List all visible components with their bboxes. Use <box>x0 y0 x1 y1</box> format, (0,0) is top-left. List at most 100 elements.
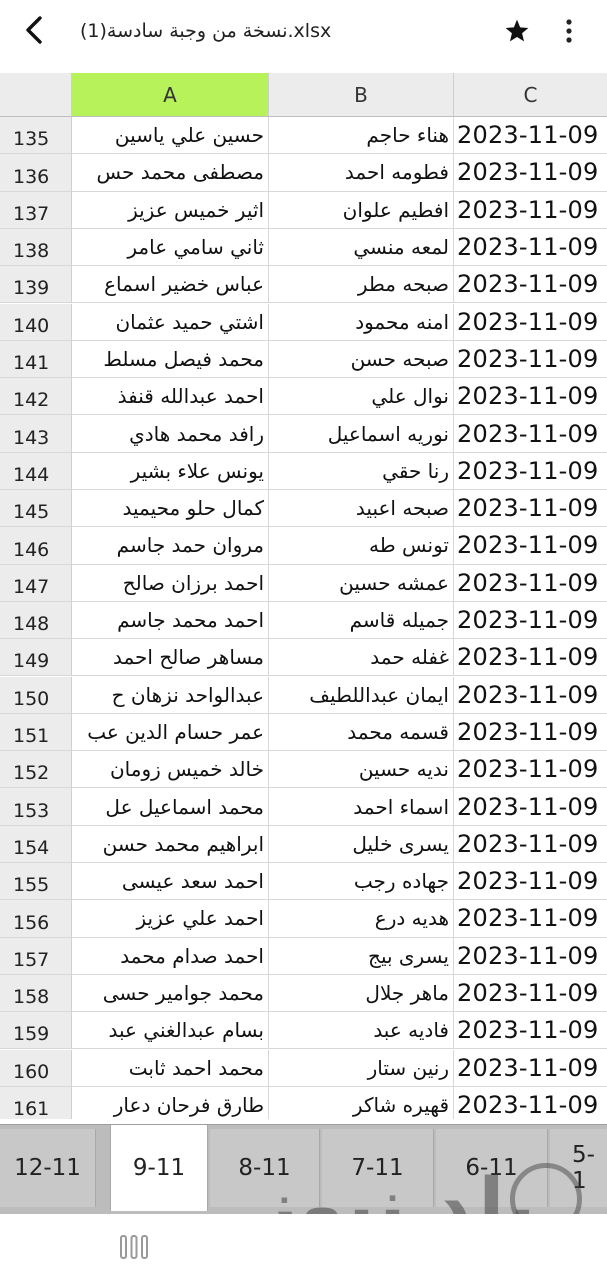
cell-b[interactable]: تونس طه <box>269 527 454 565</box>
cell-a[interactable]: محمد فيصل مسلط <box>72 340 269 379</box>
table-row[interactable]: 155 احمد سعد عيسى جهاده رجب 2023-11-09 <box>0 863 607 901</box>
row-header[interactable]: 147 <box>0 564 72 602</box>
sheet-tab-12-11[interactable]: 12-11 <box>0 1129 96 1207</box>
row-header[interactable]: 139 <box>0 266 72 304</box>
cell-b[interactable]: نوريه اسماعيل <box>269 415 454 453</box>
cell-b[interactable]: رنين ستار <box>269 1049 454 1087</box>
cell-c[interactable]: 2023-11-09 <box>454 1012 607 1050</box>
cell-b[interactable]: عمشه حسين <box>269 564 454 602</box>
row-header[interactable]: 146 <box>0 527 72 565</box>
table-row[interactable]: 161 طارق فرحان دعار قهيره شاكر 2023-11-09 <box>0 1086 607 1119</box>
cell-a[interactable]: حسين علي ياسين <box>72 117 269 155</box>
table-row[interactable]: 153 محمد اسماعيل عل اسماء احمد 2023-11-09 <box>0 788 607 826</box>
cell-c[interactable]: 2023-11-09 <box>454 1087 607 1119</box>
table-row[interactable]: 156 احمد علي عزيز هديه درع 2023-11-09 <box>0 900 607 938</box>
cell-b[interactable]: فاديه عبد <box>269 1012 454 1050</box>
table-row[interactable]: 150 عبدالواحد نزهان ح ايمان عبداللطيف 2023-… <box>0 676 607 714</box>
sheet-tab-8-11[interactable]: 8-11 <box>210 1129 320 1207</box>
table-row[interactable]: 145 كمال حلو محيميد صبحه اعبيد 2023-11-09 <box>0 490 607 528</box>
row-header[interactable]: 138 <box>0 228 72 267</box>
table-row[interactable]: 151 عمر حسام الدين عب قسمه محمد 2023-11-09 <box>0 713 607 752</box>
cell-b[interactable]: غفله حمد <box>269 639 454 677</box>
cell-a[interactable]: احمد محمد جاسم <box>72 601 269 640</box>
row-header[interactable]: 145 <box>0 490 72 528</box>
cell-a[interactable]: مصطفى محمد حس <box>72 154 269 192</box>
cell-b[interactable]: جميله قاسم <box>269 601 454 640</box>
table-row[interactable]: 136 مصطفى محمد حس فطومه احمد 2023-11-09 <box>0 154 607 192</box>
table-row[interactable]: 159 بسام عبدالغني عبد فاديه عبد 2023-11-09 <box>0 1012 607 1050</box>
table-row[interactable]: 154 ابراهيم محمد حسن يسرى خليل 2023-11-09 <box>0 825 607 863</box>
cell-c[interactable]: 2023-11-09 <box>454 453 607 490</box>
row-header[interactable]: 136 <box>0 154 72 192</box>
cell-c[interactable]: 2023-11-09 <box>454 192 607 229</box>
row-header[interactable]: 143 <box>0 415 72 453</box>
cell-a[interactable]: ثاني سامي عامر <box>72 228 269 267</box>
cell-b[interactable]: فطومه احمد <box>269 154 454 192</box>
cell-c[interactable]: 2023-11-09 <box>454 378 607 416</box>
cell-a[interactable]: رافد محمد هادي <box>72 415 269 453</box>
table-row[interactable]: 158 محمد جوامير حسى ماهر جلال 2023-11-09 <box>0 974 607 1013</box>
table-row[interactable]: 142 احمد عبدالله قنفذ نوال علي 2023-11-09 <box>0 378 607 416</box>
cell-c[interactable]: 2023-11-09 <box>454 677 607 714</box>
cell-c[interactable]: 2023-11-09 <box>454 565 607 602</box>
cell-a[interactable]: اثير خميس عزيز <box>72 191 269 229</box>
cell-a[interactable]: احمد علي عزيز <box>72 900 269 938</box>
cell-b[interactable]: اسماء احمد <box>269 788 454 826</box>
more-options-button[interactable] <box>552 12 586 50</box>
table-row[interactable]: 143 رافد محمد هادي نوريه اسماعيل 2023-11-09 <box>0 415 607 453</box>
cell-c[interactable]: 2023-11-09 <box>454 602 607 640</box>
cell-b[interactable]: جهاده رجب <box>269 863 454 901</box>
table-row[interactable]: 141 محمد فيصل مسلط صبحه حسن 2023-11-09 <box>0 340 607 379</box>
row-header[interactable]: 160 <box>0 1049 72 1087</box>
star-button[interactable] <box>498 12 536 50</box>
cell-b[interactable]: صبحه مطر <box>269 266 454 304</box>
column-header-a[interactable]: A <box>72 73 269 117</box>
cell-a[interactable]: مروان حمد جاسم <box>72 527 269 565</box>
row-header[interactable]: 159 <box>0 1012 72 1050</box>
cell-c[interactable]: 2023-11-09 <box>454 415 607 453</box>
row-header[interactable]: 158 <box>0 974 72 1013</box>
cell-b[interactable]: يسرى خليل <box>269 825 454 863</box>
cell-c[interactable]: 2023-11-09 <box>454 751 607 789</box>
table-row[interactable]: 140 اشتي حميد عثمان امنه محمود 2023-11-09 <box>0 303 607 341</box>
row-header[interactable]: 140 <box>0 303 72 341</box>
cell-c[interactable]: 2023-11-09 <box>454 938 607 975</box>
cell-a[interactable]: محمد احمد ثابت <box>72 1049 269 1087</box>
back-button[interactable] <box>14 10 54 50</box>
row-header[interactable]: 154 <box>0 825 72 863</box>
cell-b[interactable]: ماهر جلال <box>269 974 454 1013</box>
table-row[interactable]: 149 مساهر صالح احمد غفله حمد 2023-11-09 <box>0 639 607 677</box>
cell-a[interactable]: احمد صدام محمد <box>72 937 269 975</box>
sheet-tab-5-1[interactable]: 5-1 <box>550 1129 607 1207</box>
cell-a[interactable]: عباس خضير اسماع <box>72 266 269 304</box>
cell-c[interactable]: 2023-11-09 <box>454 229 607 267</box>
column-header-c[interactable]: C <box>454 73 607 117</box>
spreadsheet-grid[interactable]: A B C 135 حسين علي ياسين هناء حاجم 2023-11-… <box>0 73 607 1119</box>
cell-a[interactable]: احمد سعد عيسى <box>72 863 269 901</box>
cell-c[interactable]: 2023-11-09 <box>454 304 607 341</box>
cell-a[interactable]: عمر حسام الدين عب <box>72 713 269 752</box>
table-row[interactable]: 157 احمد صدام محمد يسرى بيج 2023-11-09 <box>0 937 607 975</box>
cell-a[interactable]: بسام عبدالغني عبد <box>72 1012 269 1050</box>
sheet-tab-6-11[interactable]: 6-11 <box>436 1129 548 1207</box>
cell-c[interactable]: 2023-11-09 <box>454 1050 607 1087</box>
sheet-tab-7-11[interactable]: 7-11 <box>322 1129 434 1207</box>
cell-a[interactable]: مساهر صالح احمد <box>72 639 269 677</box>
table-row[interactable]: 144 يونس علاء بشير رنا حقي 2023-11-09 <box>0 452 607 490</box>
cell-c[interactable]: 2023-11-09 <box>454 863 607 901</box>
cell-b[interactable]: افطيم علوان <box>269 191 454 229</box>
cell-a[interactable]: خالد خميس زومان <box>72 751 269 789</box>
cell-c[interactable]: 2023-11-09 <box>454 266 607 304</box>
cell-b[interactable]: نوال علي <box>269 378 454 416</box>
cell-b[interactable]: امنه محمود <box>269 303 454 341</box>
cell-b[interactable]: لمعه منسي <box>269 228 454 267</box>
cell-c[interactable]: 2023-11-09 <box>454 639 607 677</box>
column-header-b[interactable]: B <box>269 73 454 117</box>
cell-a[interactable]: ابراهيم محمد حسن <box>72 825 269 863</box>
cell-b[interactable]: يسرى بيج <box>269 937 454 975</box>
cell-c[interactable]: 2023-11-09 <box>454 117 607 155</box>
row-header[interactable]: 148 <box>0 601 72 640</box>
cell-a[interactable]: يونس علاء بشير <box>72 452 269 490</box>
cell-b[interactable]: قهيره شاكر <box>269 1086 454 1119</box>
table-row[interactable]: 160 محمد احمد ثابت رنين ستار 2023-11-09 <box>0 1049 607 1087</box>
